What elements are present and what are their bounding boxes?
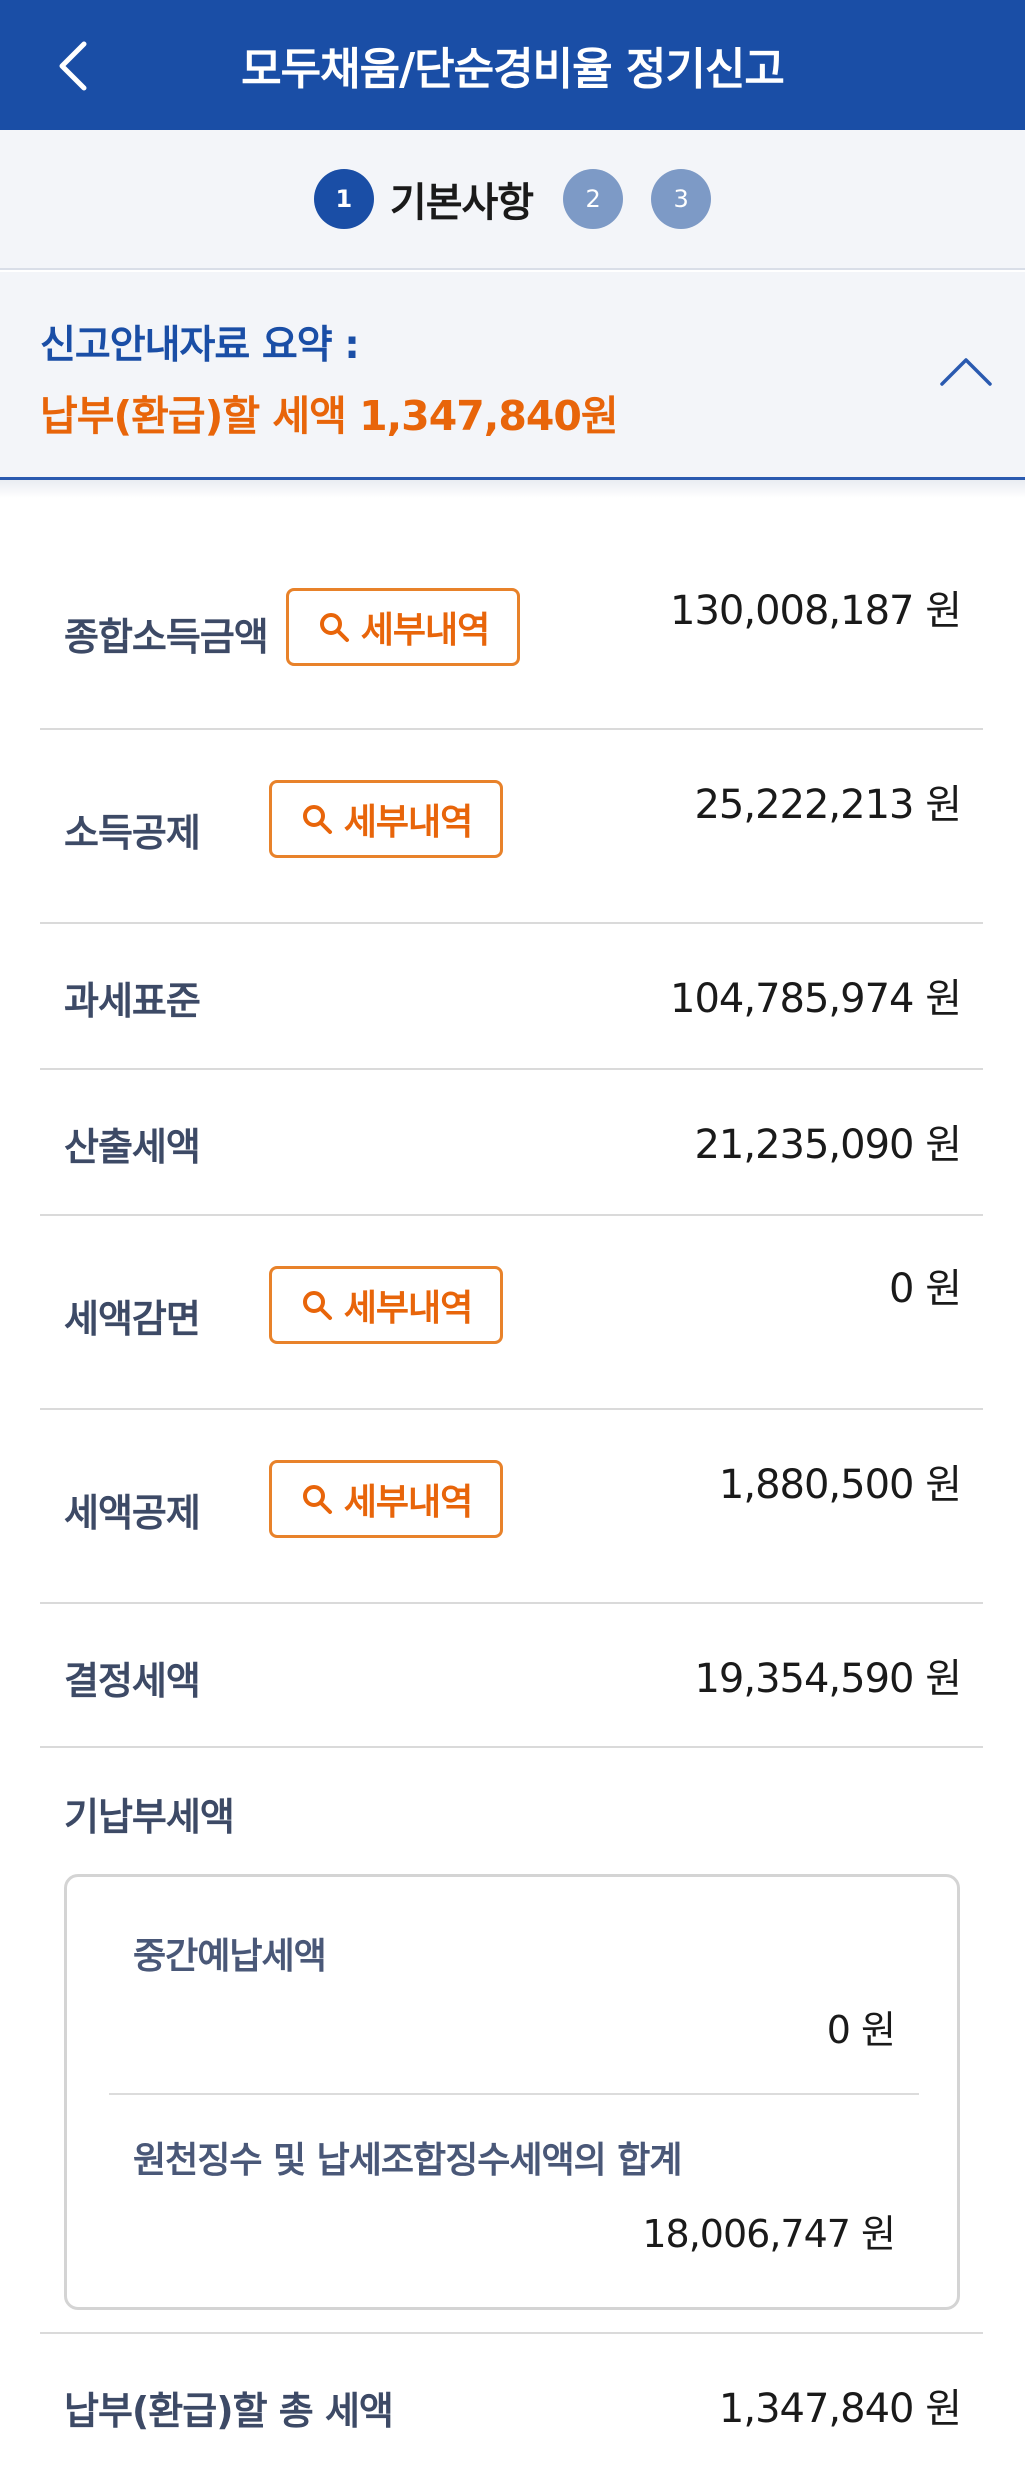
summary-panel: 신고안내자료 요약 : 납부(환급)할 세액 1,347,840원 <box>0 272 1025 480</box>
summary-title: 신고안내자료 요약 : <box>40 323 360 368</box>
chevron-up-icon <box>940 358 992 386</box>
step-indicator: 1 기본사항 2 3 <box>0 130 1025 270</box>
search-icon <box>319 613 349 642</box>
chevron-left-icon <box>59 41 87 91</box>
back-button[interactable] <box>50 38 98 94</box>
detail-button-income-deduction[interactable]: 세부내역 <box>269 780 503 858</box>
row-total-payable: 납부(환급)할 총 세액 1,347,840 원 <box>40 2334 983 2474</box>
search-icon <box>302 805 332 834</box>
detail-button-tax-reduction[interactable]: 세부내역 <box>269 1266 503 1344</box>
prepaid-section-divider <box>40 1748 983 2334</box>
summary-payable-amount: 납부(환급)할 세액 1,347,840원 <box>40 392 619 440</box>
collapse-summary-button[interactable] <box>936 350 996 390</box>
row-label: 과세표준 <box>64 979 201 1023</box>
detail-button-tax-credit[interactable]: 세부내역 <box>269 1460 503 1538</box>
row-label: 소득공제 <box>64 811 201 855</box>
row-value: 1,880,500 원 <box>718 1462 962 1508</box>
app-header: 모두채움/단순경비율 정기신고 <box>0 0 1025 130</box>
row-label: 결정세액 <box>64 1659 201 1703</box>
detail-button-label: 세부내역 <box>343 1288 473 1329</box>
search-icon <box>302 1485 332 1514</box>
step-1-circle: 1 <box>313 169 374 229</box>
row-tax-base: 과세표준 104,785,974 원 <box>40 924 983 1070</box>
row-tax-reduction: 세액감면 세부내역 0 원 <box>40 1216 983 1410</box>
search-icon <box>302 1291 332 1320</box>
row-label: 산출세액 <box>64 1125 201 1169</box>
detail-button-label: 세부내역 <box>343 802 473 843</box>
row-label: 납부(환급)할 총 세액 <box>64 2389 394 2433</box>
row-label: 세액공제 <box>64 1491 201 1535</box>
page-title: 모두채움/단순경비율 정기신고 <box>241 44 785 95</box>
row-label: 종합소득금액 <box>64 615 269 659</box>
row-value: 25,222,213 원 <box>694 782 962 828</box>
row-value: 0 원 <box>889 1266 962 1312</box>
detail-button-total-income[interactable]: 세부내역 <box>286 588 520 666</box>
row-value: 104,785,974 원 <box>670 976 962 1022</box>
row-value: 130,008,187 원 <box>670 588 962 634</box>
row-label: 세액감면 <box>64 1297 201 1341</box>
row-value: 19,354,590 원 <box>694 1656 962 1702</box>
step-3-circle: 3 <box>651 169 712 229</box>
detail-button-label: 세부내역 <box>343 1482 473 1523</box>
row-total-income: 종합소득금액 세부내역 130,008,187 원 <box>40 534 983 730</box>
step-1-label: 기본사항 <box>389 180 534 226</box>
detail-button-label: 세부내역 <box>360 610 490 651</box>
summary-shadow <box>0 480 1025 498</box>
row-value: 1,347,840 원 <box>718 2386 962 2432</box>
row-tax-credit: 세액공제 세부내역 1,880,500 원 <box>40 1410 983 1604</box>
row-determined-tax: 결정세액 19,354,590 원 <box>40 1604 983 1748</box>
row-income-deduction: 소득공제 세부내역 25,222,213 원 <box>40 730 983 924</box>
step-2-circle: 2 <box>563 169 624 229</box>
row-value: 21,235,090 원 <box>694 1122 962 1168</box>
row-calculated-tax: 산출세액 21,235,090 원 <box>40 1070 983 1216</box>
